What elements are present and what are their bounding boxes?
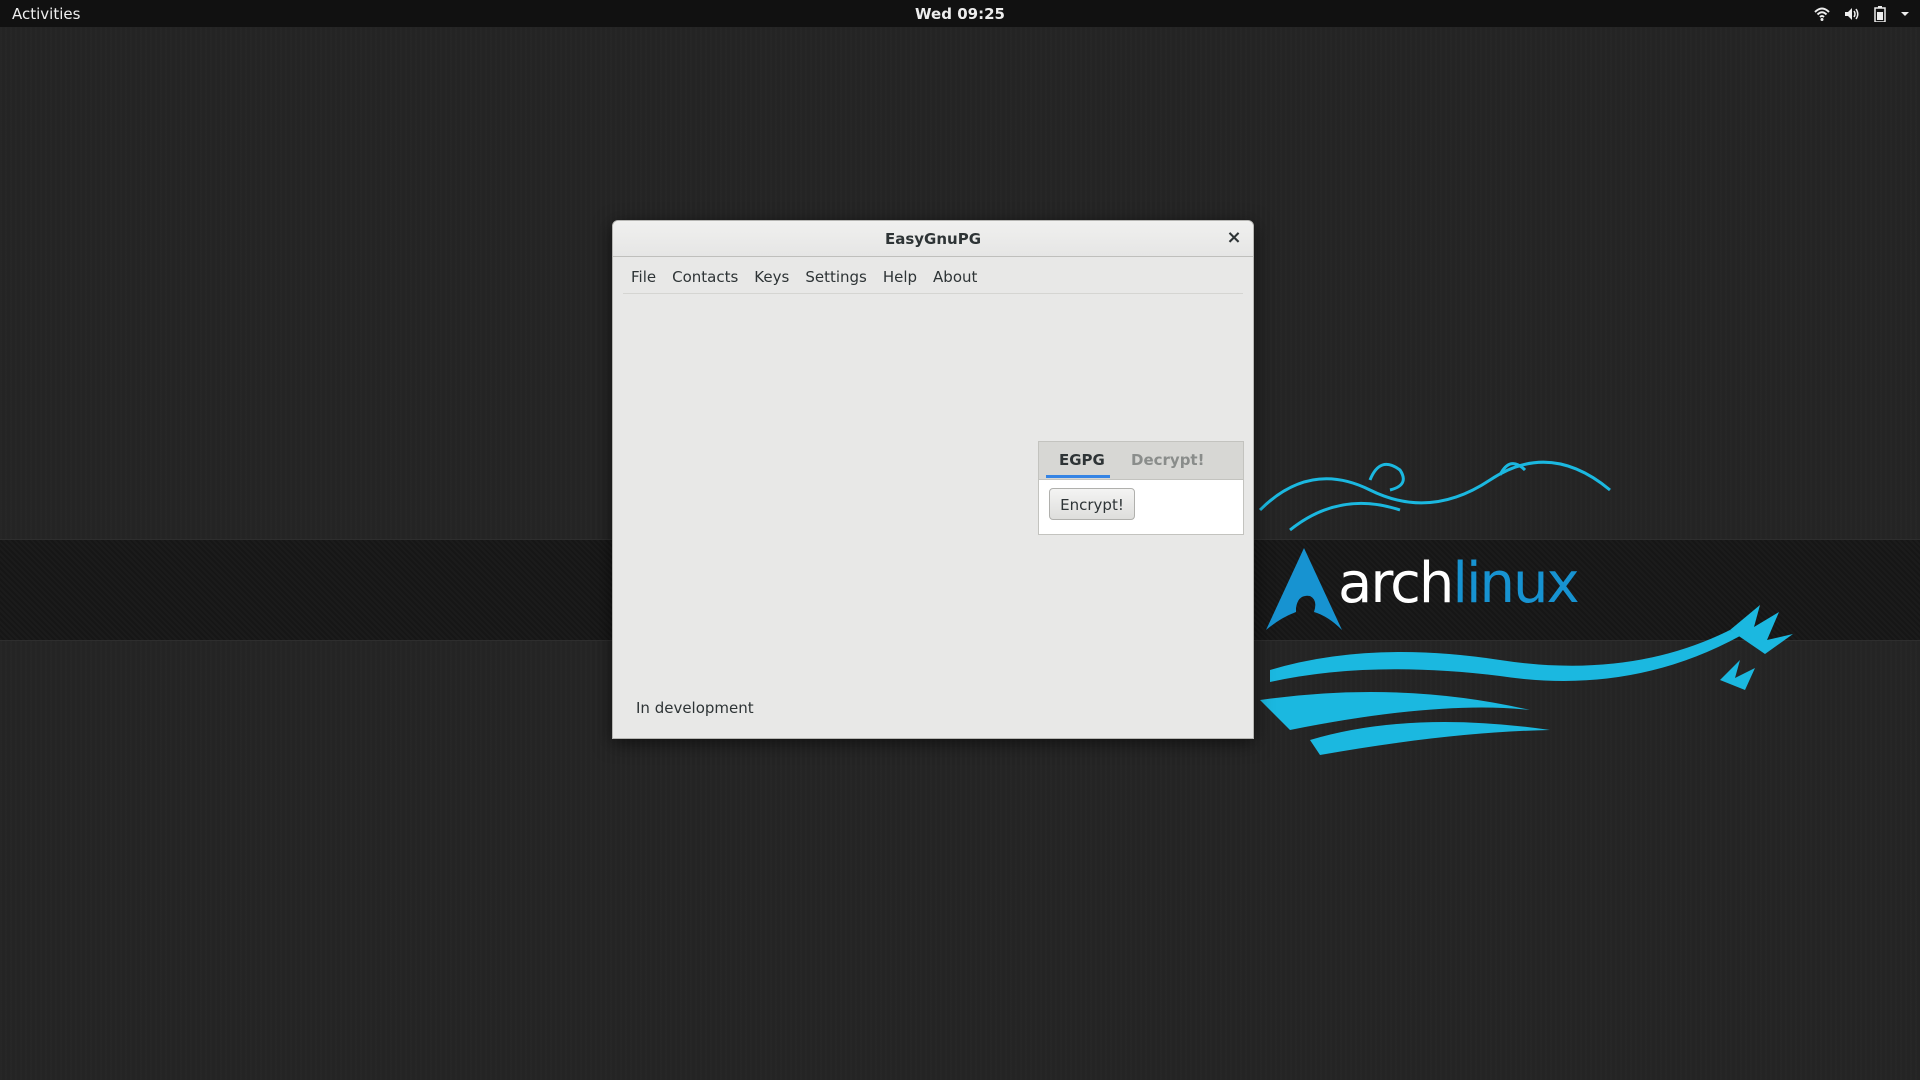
window-title: EasyGnuPG <box>884 230 982 248</box>
close-icon[interactable]: × <box>1223 227 1245 249</box>
arch-logo-text: archlinux <box>1338 551 1580 616</box>
battery-icon[interactable] <box>1874 6 1886 22</box>
menu-settings[interactable]: Settings <box>797 263 875 293</box>
menu-file[interactable]: File <box>623 263 664 293</box>
volume-icon[interactable] <box>1844 6 1860 22</box>
system-tray[interactable] <box>1814 4 1910 24</box>
menu-contacts[interactable]: Contacts <box>664 263 746 293</box>
tab-notebook: EGPG Decrypt! Encrypt! <box>1038 441 1244 535</box>
tab-bar: EGPG Decrypt! <box>1039 442 1243 480</box>
top-bar: Activities Wed 09:25 <box>0 0 1920 27</box>
clock[interactable]: Wed 09:25 <box>0 5 1920 23</box>
chevron-down-icon[interactable] <box>1900 9 1910 19</box>
title-bar[interactable]: EasyGnuPG × <box>613 221 1253 257</box>
menu-help[interactable]: Help <box>875 263 925 293</box>
menu-about[interactable]: About <box>925 263 985 293</box>
tab-egpg[interactable]: EGPG <box>1059 451 1105 469</box>
active-tab-indicator <box>1046 475 1110 478</box>
wifi-icon[interactable] <box>1814 6 1830 22</box>
tab-decrypt[interactable]: Decrypt! <box>1131 451 1204 469</box>
menu-bar: File Contacts Keys Settings Help About <box>623 263 1243 294</box>
status-label: In development <box>636 699 754 717</box>
easygnupg-window: EasyGnuPG × File Contacts Keys Settings … <box>612 220 1254 739</box>
encrypt-button[interactable]: Encrypt! <box>1049 488 1135 520</box>
menu-keys[interactable]: Keys <box>746 263 797 293</box>
